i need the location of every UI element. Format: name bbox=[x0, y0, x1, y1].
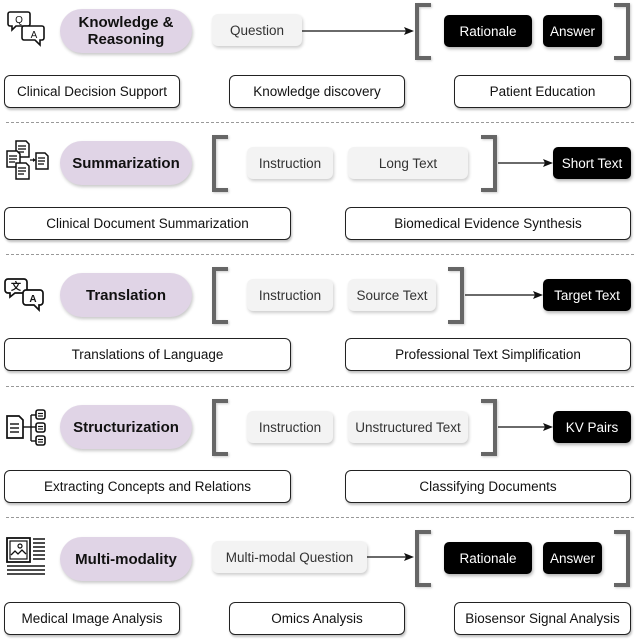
task-label-line1: Knowledge & bbox=[78, 14, 174, 31]
bracket-right bbox=[448, 267, 464, 324]
application-biosensor-signal-analysis: Biosensor Signal Analysis bbox=[454, 602, 631, 635]
output-short-text: Short Text bbox=[553, 147, 631, 179]
task-pill-knowledge-reasoning: Knowledge & Reasoning bbox=[60, 9, 192, 53]
input-instruction: Instruction bbox=[247, 411, 333, 443]
qa-chat-icon: Q A bbox=[6, 8, 48, 50]
svg-text:Q: Q bbox=[15, 15, 23, 26]
application-extracting-concepts-and-relations: Extracting Concepts and Relations bbox=[4, 470, 291, 503]
documents-summarize-icon bbox=[4, 139, 50, 189]
application-classifying-documents: Classifying Documents bbox=[345, 470, 631, 503]
arrow-to-output bbox=[498, 422, 553, 432]
bracket-left bbox=[212, 135, 228, 192]
arrow-to-output bbox=[498, 158, 553, 168]
task-pill-summarization: Summarization bbox=[60, 141, 192, 185]
bracket-left bbox=[212, 399, 228, 456]
task-pill-translation: Translation bbox=[60, 273, 192, 317]
output-answer: Answer bbox=[543, 542, 602, 574]
document-tree-icon bbox=[4, 408, 48, 448]
input-multi-modal-question: Multi-modal Question bbox=[212, 541, 367, 573]
bracket-right bbox=[614, 530, 630, 587]
svg-text:A: A bbox=[29, 294, 36, 305]
bracket-right bbox=[614, 3, 630, 60]
section-divider bbox=[6, 517, 634, 518]
section-divider bbox=[6, 254, 634, 255]
output-rationale: Rationale bbox=[444, 542, 532, 574]
output-rationale: Rationale bbox=[444, 15, 532, 47]
arrow-to-output bbox=[302, 26, 414, 36]
application-clinical-decision-support: Clinical Decision Support bbox=[4, 75, 180, 108]
application-professional-text-simplification: Professional Text Simplification bbox=[345, 338, 631, 371]
task-pill-multi-modality: Multi-modality bbox=[60, 537, 192, 581]
bracket-right bbox=[481, 135, 497, 192]
arrow-to-output bbox=[465, 290, 543, 300]
translate-icon: 文 A bbox=[4, 276, 48, 316]
bracket-right bbox=[481, 399, 497, 456]
output-target-text: Target Text bbox=[543, 279, 631, 311]
input-instruction: Instruction bbox=[247, 147, 333, 179]
output-answer: Answer bbox=[543, 15, 602, 47]
image-document-icon bbox=[5, 536, 47, 578]
section-divider bbox=[6, 386, 634, 387]
task-pill-structurization: Structurization bbox=[60, 405, 192, 449]
input-source-text: Source Text bbox=[348, 279, 436, 311]
task-label-line2: Reasoning bbox=[87, 31, 165, 48]
application-biomedical-evidence-synthesis: Biomedical Evidence Synthesis bbox=[345, 207, 631, 240]
bracket-left bbox=[415, 3, 431, 60]
input-instruction: Instruction bbox=[247, 279, 333, 311]
output-kv-pairs: KV Pairs bbox=[553, 411, 631, 443]
application-translations-of-language: Translations of Language bbox=[4, 338, 291, 371]
application-medical-image-analysis: Medical Image Analysis bbox=[4, 602, 180, 635]
bracket-left bbox=[415, 530, 431, 587]
section-divider bbox=[6, 122, 634, 123]
application-knowledge-discovery: Knowledge discovery bbox=[229, 75, 405, 108]
input-question: Question bbox=[212, 14, 302, 46]
input-long-text: Long Text bbox=[348, 147, 468, 179]
application-omics-analysis: Omics Analysis bbox=[229, 602, 405, 635]
bracket-left bbox=[212, 267, 228, 324]
svg-text:A: A bbox=[31, 30, 38, 41]
application-patient-education: Patient Education bbox=[454, 75, 631, 108]
arrow-to-output bbox=[367, 552, 414, 562]
input-unstructured-text: Unstructured Text bbox=[348, 411, 468, 443]
application-clinical-document-summarization: Clinical Document Summarization bbox=[4, 207, 291, 240]
svg-text:文: 文 bbox=[11, 280, 22, 293]
